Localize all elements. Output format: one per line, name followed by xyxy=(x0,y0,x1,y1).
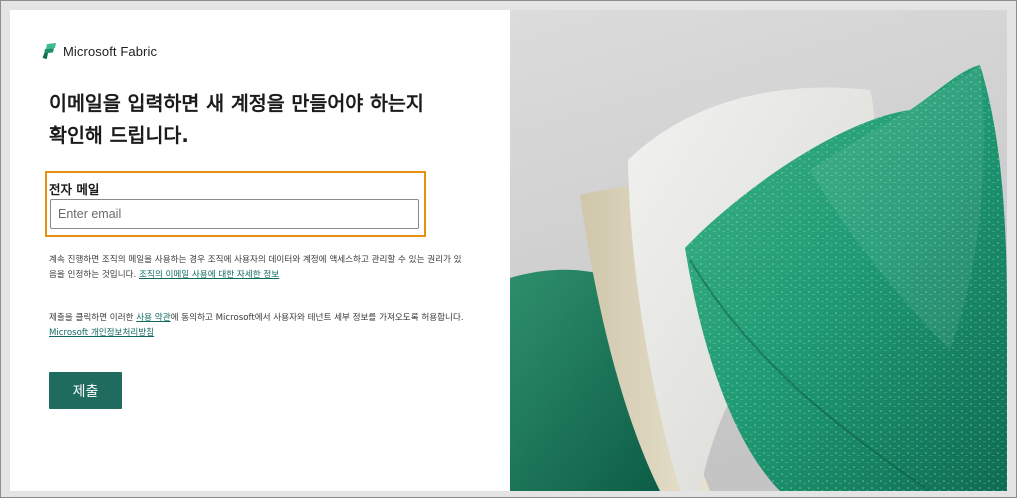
fabric-hero-illustration xyxy=(510,10,1007,491)
page-title: 이메일을 입력하면 새 계정을 만들어야 하는지 확인해 드립니다. xyxy=(49,92,424,147)
org-email-notice: 계속 진행하면 조직의 메일을 사용하는 경우 조직에 사용자의 데이터와 계정… xyxy=(49,253,469,283)
privacy-policy-link[interactable]: Microsoft 개인정보처리방침 xyxy=(49,328,154,338)
submit-button[interactable]: 제출 xyxy=(49,372,122,409)
email-field[interactable] xyxy=(50,199,419,229)
fabric-logo-icon xyxy=(42,43,56,59)
brand-name: Microsoft Fabric xyxy=(63,43,158,59)
hero-art-panel xyxy=(510,10,1007,491)
org-email-info-link[interactable]: 조직의 이메일 사용에 대한 자세한 정보 xyxy=(139,270,279,280)
email-label: 전자 메일 xyxy=(49,182,100,197)
signup-card: Microsoft Fabric 이메일을 입력하면 새 계정을 만들어야 하는… xyxy=(10,10,1007,491)
brand: Microsoft Fabric xyxy=(42,43,157,59)
window-frame: Microsoft Fabric 이메일을 입력하면 새 계정을 만들어야 하는… xyxy=(0,0,1017,498)
terms-of-use-link[interactable]: 사용 약관 xyxy=(136,313,170,323)
form-panel: Microsoft Fabric 이메일을 입력하면 새 계정을 만들어야 하는… xyxy=(10,10,510,491)
terms-notice-prefix: 제출을 클릭하면 이러한 xyxy=(49,313,137,323)
terms-notice: 제출을 클릭하면 이러한 사용 약관에 동의하고 Microsoft에서 사용자… xyxy=(49,311,469,341)
terms-notice-middle: 에 동의하고 Microsoft에서 사용자와 테넌트 세부 정보를 가져오도록… xyxy=(170,313,464,323)
